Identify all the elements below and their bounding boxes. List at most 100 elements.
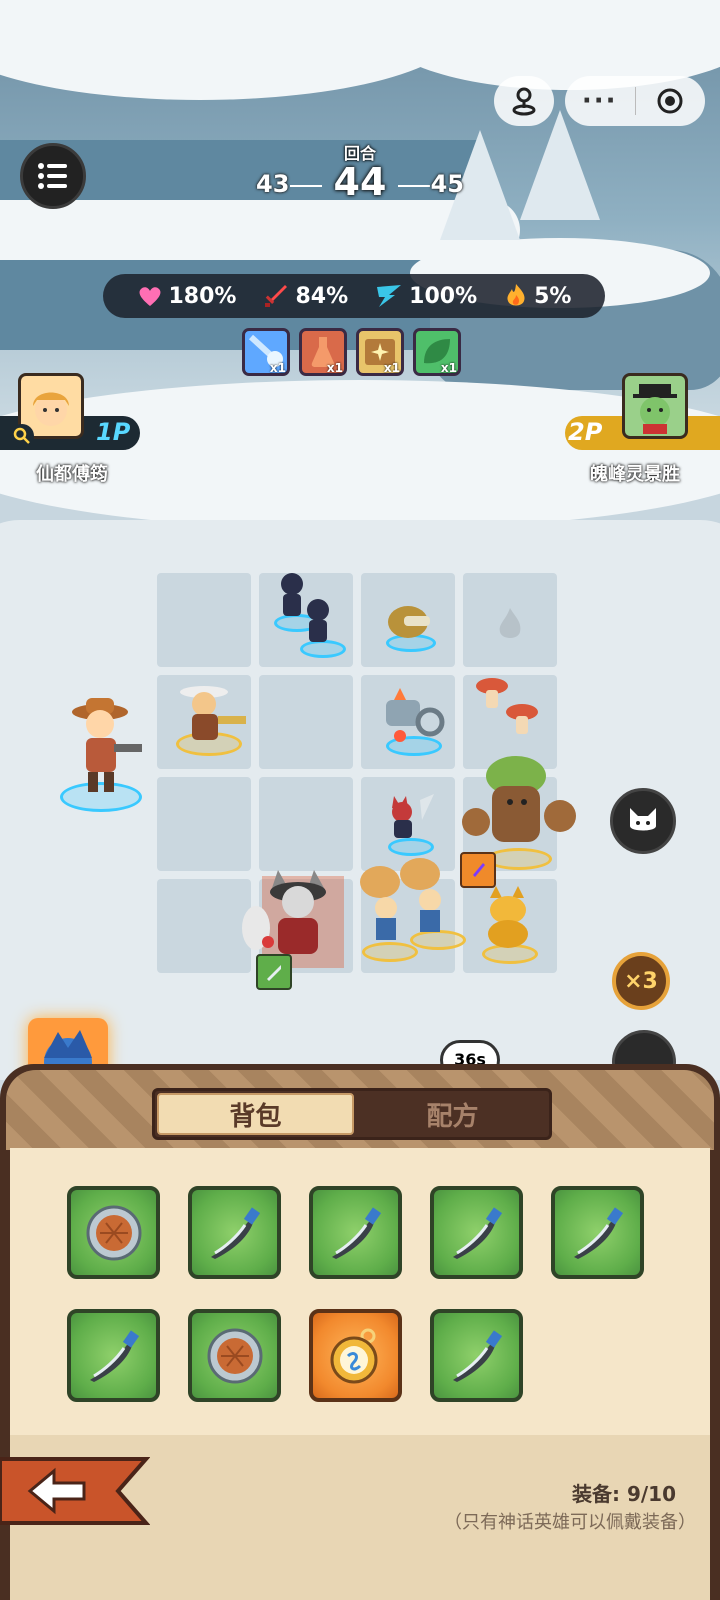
flask-buff[interactable]: x1 [299,328,347,376]
dagger-item-icon [452,1329,502,1382]
demon-sprite [392,794,434,838]
stat-crit: 5% [504,283,571,309]
team-stats-bar: 180% 84% 100% 5% [103,274,605,318]
grid-cell[interactable] [259,675,353,769]
grid-cell[interactable] [157,879,251,973]
tab-backpack[interactable]: 背包 [157,1093,354,1135]
mushroom-unit[interactable] [470,672,550,756]
buff-count: x1 [383,361,400,375]
stat-health-value: 180% [168,283,237,309]
mushroom-sprite [476,678,538,734]
speed-button[interactable]: ×3 [612,952,670,1010]
search-player-button[interactable] [10,424,34,448]
item-slot[interactable] [188,1186,281,1279]
p2-name: 魄峰灵景胜 [590,464,680,485]
item-slot[interactable] [67,1186,160,1279]
ninja-unit[interactable] [268,568,358,662]
buff-count: x1 [326,361,343,375]
item-slot[interactable] [188,1309,281,1402]
list-icon [38,163,67,189]
leaf-buff[interactable]: x1 [413,328,461,376]
emote-button[interactable] [610,788,676,854]
speed-icon [377,285,402,307]
shield-item-icon [207,1328,262,1383]
buff-count: x1 [440,361,457,375]
item-slot[interactable] [430,1309,523,1402]
item-grid [67,1186,644,1402]
treant-unit[interactable] [452,752,582,870]
dagger-item-icon [331,1206,381,1259]
item-slot[interactable] [309,1186,402,1279]
stat-attack: 84% [263,283,348,309]
buff-count: x1 [269,361,286,375]
fire-icon [507,284,525,306]
cat-face-icon [630,808,656,831]
dagger-item-icon [89,1329,139,1382]
potion-badge-icon [473,863,485,877]
mole-unit[interactable] [378,598,438,652]
pocket-watch-item-icon [330,1328,377,1383]
robot-unit[interactable] [372,686,452,760]
stat-speed-value: 100% [409,283,478,309]
joystick-icon [512,87,536,116]
dagger-item-icon [573,1206,623,1259]
equip-counter: 装备: 9/10 [572,1478,676,1507]
round-connector [398,185,430,187]
stat-crit-value: 5% [534,283,572,309]
panel-tabs: 背包 配方 [152,1088,552,1140]
grid-cell[interactable] [157,777,251,871]
p1-name: 仙都傅筠 [36,464,108,485]
tab-recipes[interactable]: 配方 [356,1091,549,1137]
round-connector [290,185,322,187]
dagger-item-icon [452,1206,502,1259]
miniprogram-capsule: ··· [565,76,705,126]
equip-count: 9/10 [626,1482,676,1506]
mole-sprite [388,606,430,638]
demon-swordsman-unit[interactable] [384,790,444,856]
stat-health: 180% [137,283,237,309]
dagger-badge-icon [267,965,281,981]
bee-maid-sprite [360,858,441,940]
stat-speed: 100% [375,283,477,309]
close-button[interactable] [636,86,706,116]
p2-avatar[interactable] [622,373,688,439]
item-slot[interactable] [309,1309,402,1402]
dagger-item-icon [210,1206,260,1259]
ninja-sprite [281,573,329,642]
dragon-sprite [488,886,528,948]
equip-badge [256,954,292,990]
back-arrow-icon [0,1457,151,1525]
round-counter: 43 44 45 [250,160,470,210]
snow-bank [0,380,720,530]
item-slot[interactable] [67,1309,160,1402]
dragon-unit[interactable] [470,880,550,964]
back-button[interactable] [0,1455,151,1527]
flame-marker-icon [499,608,521,638]
engineer-sprite [72,698,142,792]
grid-cell[interactable] [157,573,251,667]
equip-badge-green[interactable] [256,954,292,990]
heart-icon [139,287,160,306]
ghost-unit-marker [490,604,530,648]
meteor-buff[interactable]: x1 [242,328,290,376]
grid-cell[interactable] [259,777,353,871]
p1-tag: 1P [96,418,131,446]
cowboy-unit[interactable] [172,676,252,756]
buff-row: x1 x1 x1 x1 [242,328,461,376]
menu-button[interactable] [20,143,86,209]
magnifier-icon [13,427,30,444]
more-button[interactable]: ··· [565,76,635,126]
hero-engineer-unit[interactable] [58,690,148,812]
pine-tree [520,110,600,220]
item-slot[interactable] [430,1186,523,1279]
sword-icon [265,285,288,307]
item-slot[interactable] [551,1186,644,1279]
joystick-button[interactable] [494,76,554,126]
round-prev: 43 [256,170,290,198]
bee-maid-unit[interactable] [350,852,466,962]
p2-tag: 2P [568,418,603,446]
equip-note: （只有神话英雄可以佩戴装备） [444,1512,696,1533]
star-chest-buff[interactable]: x1 [356,328,404,376]
stat-attack-value: 84% [295,283,349,309]
cowboy-sprite [180,686,246,740]
